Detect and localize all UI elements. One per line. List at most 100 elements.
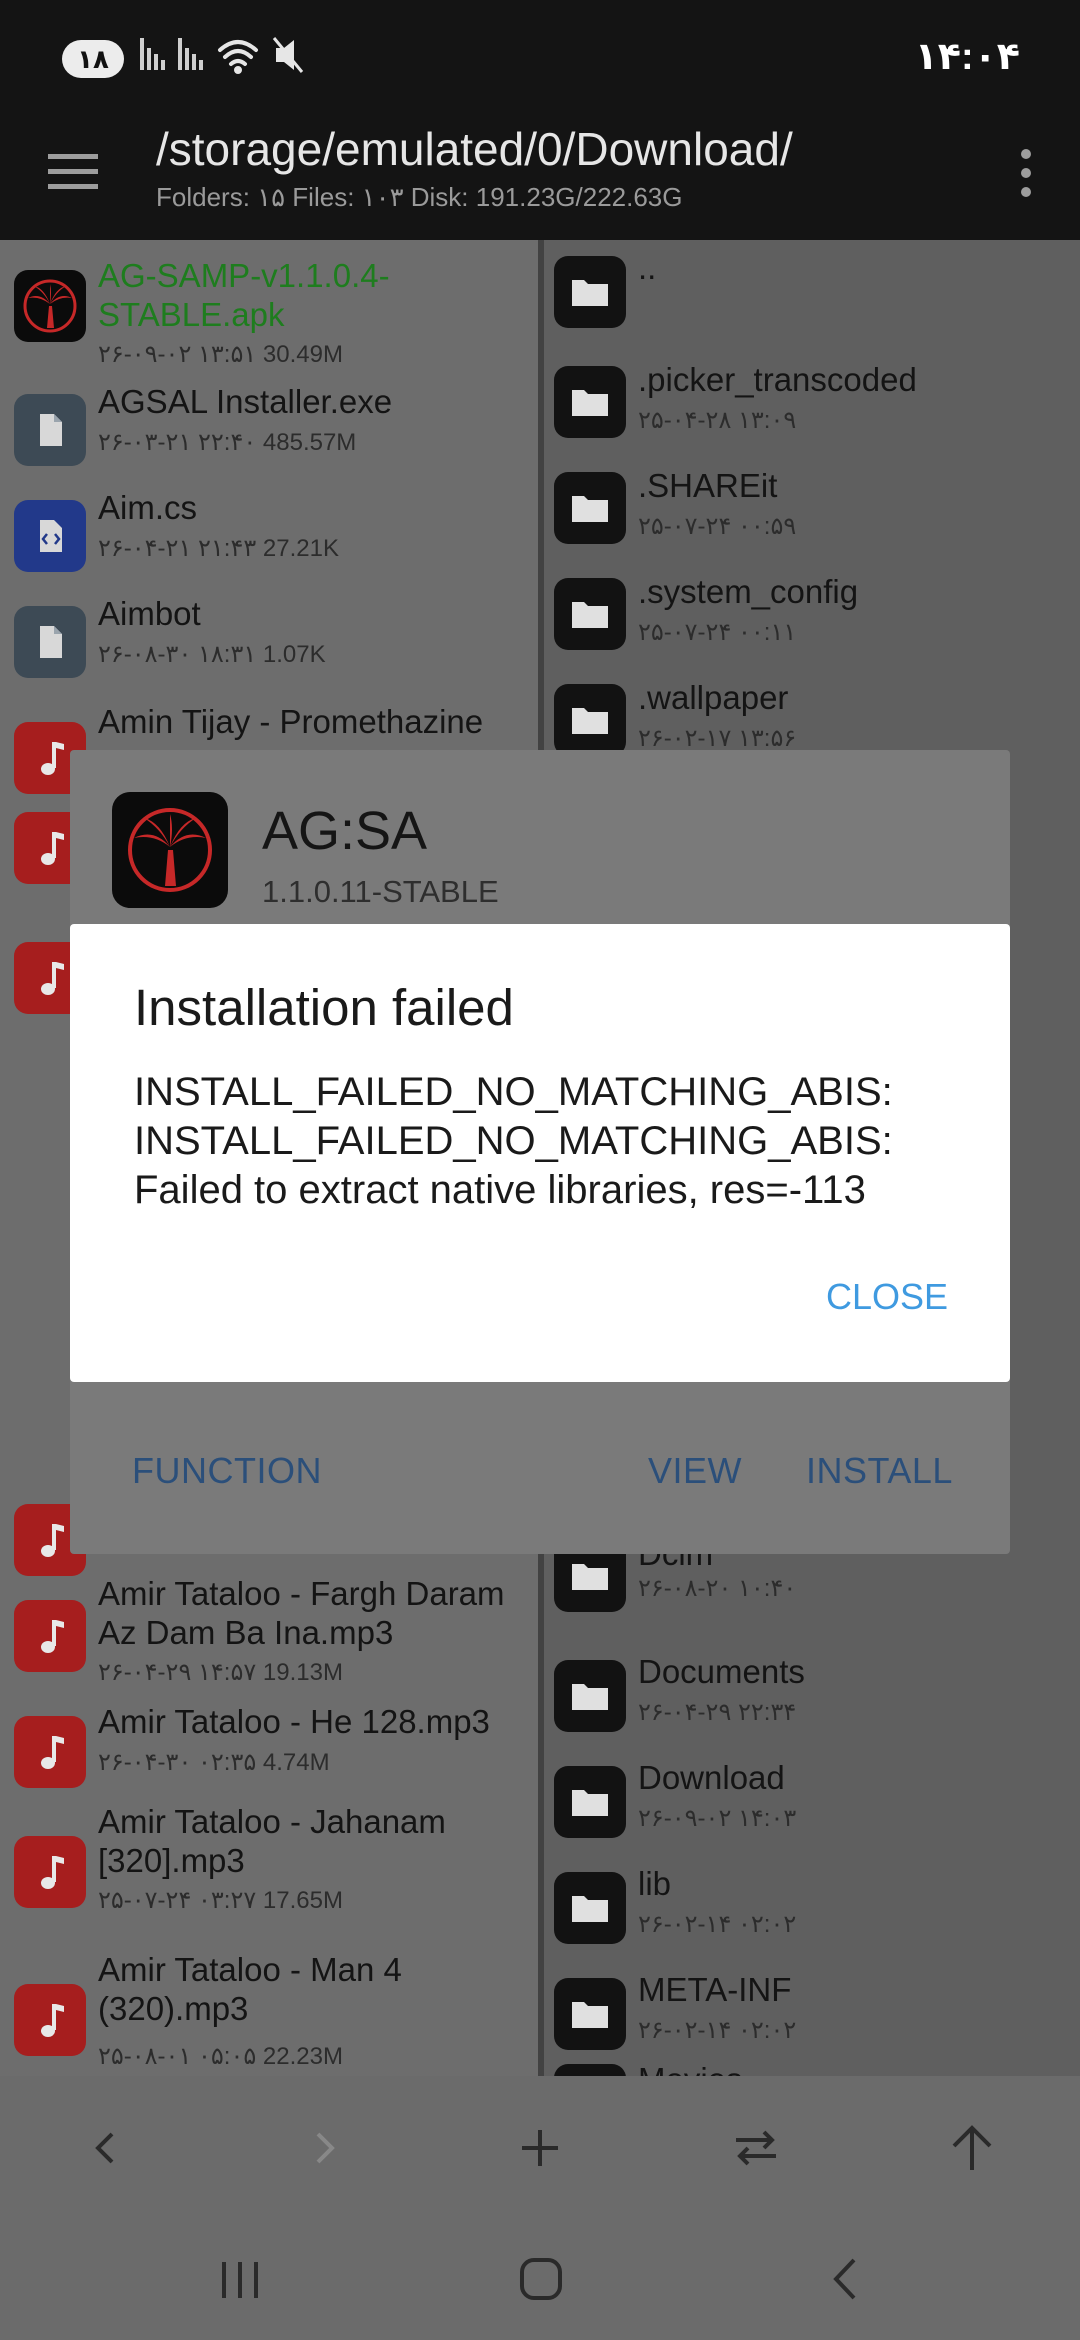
folder-name: .wallpaper [638,679,789,716]
error-dialog: Installation failed INSTALL_FAILED_NO_MA… [70,924,1010,1382]
back-arrow-icon[interactable] [70,2112,142,2184]
dialog-message: INSTALL_FAILED_NO_MATCHING_ABIS: INSTALL… [134,1070,893,1212]
list-item[interactable]: .SHAREit ۲۵-۰۷-۲۴ ۰۰:۵۹ [544,452,1080,558]
folder-name: Movies [638,2060,1070,2076]
folder-icon [554,1872,626,1944]
list-item[interactable]: Amir Tataloo - Jahanam [320].mp3 ۲۵-۰۷-۲… [0,1796,538,1942]
mute-icon [272,37,304,73]
folder-meta: ۲۵-۰۷-۲۴ ۰۰:۱۱ [638,619,797,646]
folder-meta: ۲۶-۰۲-۱۷ ۱۳:۵۶ [638,725,797,752]
folder-meta: ۲۶-۰۸-۲۰ ۱۰:۴۰ [638,1575,797,1602]
list-item[interactable]: Amir Tataloo - Man 4 (320).mp3 ۲۵-۰۸-۰۱ … [0,1942,538,2076]
folder-name: META-INF [638,1971,792,2008]
file-name: Amir Tataloo - Jahanam [320].mp3 [98,1803,446,1879]
file-name: Amir Tataloo - He 128.mp3 [98,1703,490,1740]
folder-name: .SHAREit [638,467,778,504]
recents-icon[interactable] [208,2246,274,2312]
swap-icon[interactable] [720,2112,792,2184]
install-button[interactable]: INSTALL [806,1450,953,1492]
file-meta: ۲۶-۰۴-۲۹ ۱۴:۵۷ 19.13M [98,1659,343,1686]
folder-meta: ۲۶-۰۴-۲۹ ۲۲:۳۴ [638,1699,797,1726]
path-info: Folders: ۱۵ Files: ۱۰۳ Disk: 191.23G/222… [156,182,683,212]
signal-icon [178,38,203,70]
bottom-toolbar [0,2076,1080,2218]
file-name: Aimbot [98,595,201,632]
file-name: Amin Tijay - Promethazine [98,703,484,740]
folder-icon [554,1766,626,1838]
folder-name: .picker_transcoded [638,361,917,398]
list-item[interactable]: META-INF ۲۶-۰۲-۱۴ ۰۲:۰۲ [544,1954,1080,2060]
add-icon[interactable] [504,2112,576,2184]
file-name: Amir Tataloo - Fargh Daram Az Dam Ba Ina… [98,1575,505,1651]
code-file-icon [14,500,86,572]
up-arrow-icon[interactable] [936,2112,1008,2184]
file-name: AGSAL Installer.exe [98,383,393,420]
music-icon [14,1836,86,1908]
file-meta: ۲۵-۰۸-۰۱ ۰۵:۰۵ 22.23M [98,2043,343,2070]
folder-meta: ۲۶-۰۲-۱۴ ۰۲:۰۲ [638,1911,797,1938]
music-icon [14,1984,86,2056]
file-name: AG-SAMP-v1.1.0.4-STABLE.apk [98,257,390,333]
list-item[interactable]: Amir Tataloo - Fargh Daram Az Dam Ba Ina… [0,1566,538,1696]
app-name: AG:SA [262,801,428,861]
folder-icon [554,578,626,650]
list-item[interactable]: Movies [544,2060,1080,2076]
list-item[interactable]: Aimbot ۲۶-۰۸-۳۰ ۱۸:۳۱ 1.07K [0,586,538,692]
folder-icon [554,2064,626,2076]
dialog-title: Installation failed [134,979,514,1036]
more-options-icon[interactable] [998,140,1054,206]
file-name: Aim.cs [98,489,197,526]
file-meta: ۲۶-۰۸-۳۰ ۱۸:۳۱ 1.07K [98,641,326,668]
folder-icon [554,472,626,544]
notification-badge: ۱۸ [62,40,124,78]
folder-meta: ۲۶-۰۹-۰۲ ۱۴:۰۳ [638,1805,797,1832]
folder-icon [554,684,626,756]
system-nav-bar [0,2218,1080,2340]
status-icons [138,34,318,83]
list-item[interactable]: .picker_transcoded ۲۵-۰۴-۲۸ ۱۳:۰۹ [544,346,1080,452]
file-icon [14,606,86,678]
back-icon[interactable] [812,2246,878,2312]
list-item[interactable]: .wallpaper ۲۶-۰۲-۱۷ ۱۳:۵۶ [544,664,1080,756]
clock: ۱۴:۰۴ [914,36,1020,78]
folder-meta: ۲۵-۰۷-۲۴ ۰۰:۵۹ [638,513,797,540]
list-item[interactable]: Amir Tataloo - He 128.mp3 ۲۶-۰۴-۳۰ ۰۲:۳۵… [0,1696,538,1796]
list-item[interactable]: Aim.cs ۲۶-۰۴-۲۱ ۲۱:۴۳ 27.21K [0,480,538,586]
list-item[interactable]: lib ۲۶-۰۲-۱۴ ۰۲:۰۲ [544,1848,1080,1954]
palm-app-icon [14,270,86,342]
list-item[interactable]: AGSAL Installer.exe ۲۶-۰۳-۲۱ ۲۲:۴۰ 485.5… [0,374,538,480]
folder-icon [554,366,626,438]
list-item[interactable]: Download ۲۶-۰۹-۰۲ ۱۴:۰۳ [544,1742,1080,1848]
wifi-icon [218,40,258,74]
folder-icon [554,1978,626,2050]
list-item[interactable]: AG-SAMP-v1.1.0.4-STABLE.apk ۲۶-۰۹-۰۲ ۱۳:… [0,240,538,374]
view-button[interactable]: VIEW [648,1450,742,1492]
file-icon [14,394,86,466]
signal-icon [140,38,165,70]
folder-meta: ۲۵-۰۴-۲۸ ۱۳:۰۹ [638,407,797,434]
current-path: /storage/emulated/0/Download/ [156,123,793,175]
screen: ۱۸ ۱۴:۰۴ /storage/emulated/0/Download/ F… [0,0,1080,2340]
folder-icon [554,1660,626,1732]
folder-meta: ۲۶-۰۲-۱۴ ۰۲:۰۲ [638,2017,797,2044]
folder-icon [554,256,626,328]
home-icon[interactable] [508,2246,574,2312]
folder-name: Download [638,1759,785,1796]
list-item[interactable]: .system_config ۲۵-۰۷-۲۴ ۰۰:۱۱ [544,558,1080,664]
list-item[interactable]: Documents ۲۶-۰۴-۲۹ ۲۲:۳۴ [544,1636,1080,1742]
app-icon [112,792,228,908]
file-meta: ۲۶-۰۴-۲۱ ۲۱:۴۳ 27.21K [98,535,339,562]
app-toolbar: /storage/emulated/0/Download/ Folders: ۱… [0,118,1080,240]
file-meta: ۲۶-۰۳-۲۱ ۲۲:۴۰ 485.57M [98,429,357,456]
folder-name: .. [638,249,657,286]
function-button[interactable]: FUNCTION [132,1450,322,1492]
forward-arrow-icon[interactable] [288,2112,360,2184]
status-bar: ۱۸ ۱۴:۰۴ [0,0,1080,118]
list-item[interactable]: .. [544,240,1080,346]
file-name: Amir Tataloo - Man 4 (320).mp3 [98,1951,402,2027]
file-meta: ۲۶-۰۹-۰۲ ۱۳:۵۱ 30.49M [98,341,343,368]
file-meta: ۲۵-۰۷-۲۴ ۰۳:۲۷ 17.65M [98,1887,343,1914]
close-button[interactable]: CLOSE [826,1276,948,1318]
menu-icon[interactable] [40,138,106,204]
folder-name: .system_config [638,573,859,610]
